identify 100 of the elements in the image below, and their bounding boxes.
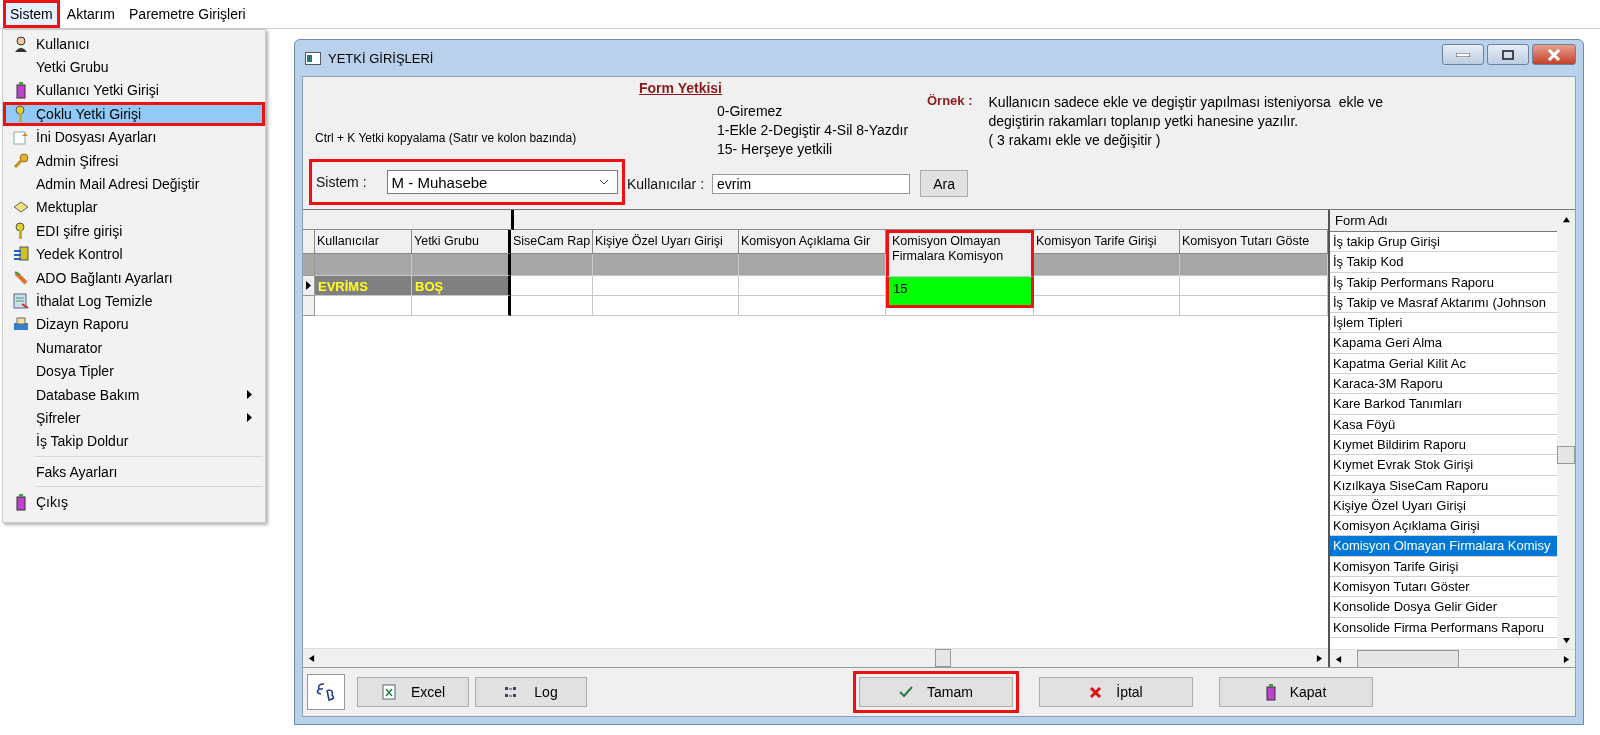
menu-item[interactable]: ADO Bağlantı Ayarları [3, 265, 265, 290]
close-icon [1547, 48, 1561, 61]
scroll-right-icon [1563, 655, 1570, 663]
list-item[interactable]: İşlem Tipleri [1330, 313, 1557, 334]
legend-text: 0-Giremez [717, 102, 783, 121]
menu-item[interactable]: Database Bakım [3, 382, 265, 407]
window-icon [305, 51, 321, 65]
chevron-icon [599, 179, 609, 185]
list-item[interactable]: Kapama Geri Alma [1330, 333, 1557, 354]
list-item[interactable]: Kişiye Özel Uyarı Girişi [1330, 495, 1557, 517]
table-cell: EVRİMS [315, 276, 412, 296]
report-icon [13, 293, 29, 309]
table-cell[interactable]: 15 [886, 276, 1034, 308]
list-item[interactable]: Komisyon Tutarı Göster [1330, 577, 1557, 598]
bottle-icon [16, 493, 26, 511]
menu-item[interactable]: Dizayn Raporu [3, 312, 265, 337]
menu-item[interactable]: EDI şifre girişi [3, 219, 265, 243]
list-item[interactable]: Kasa Föyü [1330, 414, 1557, 435]
column-header[interactable]: Komisyon Açıklama Gir [739, 230, 886, 254]
list-item[interactable]: Kıymet Evrak Stok Girişi [1330, 455, 1557, 476]
close-button[interactable] [1532, 44, 1576, 65]
list-item[interactable]: Kapatma Gerial Kilit Ac [1330, 353, 1557, 375]
menu-item[interactable]: Yedek Kontrol [3, 242, 265, 266]
scroll-left-icon [1335, 655, 1342, 663]
search-button[interactable]: Ara [920, 170, 969, 197]
column-header[interactable]: Komisyon Tutarı Göste [1180, 230, 1328, 254]
horizontal-scrollbar[interactable] [303, 648, 1328, 667]
menu-item[interactable]: Şifreler [3, 406, 265, 430]
list-item[interactable]: Karaca-3M Raporu [1330, 374, 1557, 395]
key-icon [13, 152, 29, 169]
scroll-left-icon [308, 654, 315, 662]
menu-item[interactable]: Dosya Tipler [3, 359, 265, 383]
minimize-icon [1456, 52, 1470, 57]
menu-item[interactable]: Kullanıcı Yetki Girişi [3, 78, 265, 103]
document-icon [13, 129, 29, 145]
menu-item[interactable]: İthalat Log Temizle [3, 289, 265, 313]
field-label: Sistem : [316, 174, 367, 190]
table-cell: BOŞ [412, 276, 511, 296]
key-icon [14, 105, 28, 123]
legend-text: 15- Herşeye yetkili [717, 140, 833, 159]
menu-item[interactable]: Mektuplar [3, 195, 265, 220]
scroll-down-icon [1562, 636, 1570, 644]
example-label: Örnek : [927, 93, 973, 110]
key-icon [14, 222, 28, 240]
vertical-scrollbar[interactable] [1557, 210, 1575, 649]
menu-item[interactable]: Çıkış [3, 490, 265, 514]
column-header[interactable]: SiseCam Rap [511, 230, 593, 254]
menu-item[interactable]: İni Dosyası Ayarları [3, 125, 265, 149]
list-item[interactable]: Komisyon Olmayan Firmalara Komisy [1330, 536, 1557, 557]
scroll-thumb[interactable] [1557, 446, 1575, 464]
legend-title: Form Yetkisi [639, 80, 722, 96]
scroll-up-icon [1562, 215, 1570, 223]
ok-button[interactable]: Tamam [859, 677, 1013, 707]
maximize-button[interactable] [1487, 44, 1529, 65]
list-item[interactable]: Konsolide Dosya Gelir Gider [1330, 597, 1557, 618]
bottle-icon [16, 81, 26, 99]
log-button[interactable]: Log [475, 677, 587, 707]
menu-item[interactable]: Numarator [3, 336, 265, 360]
system-dropdown[interactable]: M - Muhasebe [386, 170, 618, 194]
scroll-thumb[interactable] [935, 649, 951, 667]
example-text: degiştirin rakamları toplanıp yetki hanesine yazılır. [988, 112, 1300, 131]
menu-item[interactable]: Admin Mail Adresi Değiştir [3, 172, 265, 196]
menu-item[interactable]: İş Takip Doldur [3, 429, 265, 454]
column-header[interactable]: Komisyon Tarife Girişi [1034, 230, 1180, 254]
minimize-button[interactable] [1442, 44, 1484, 65]
close-dialog-button[interactable]: Kapat [1219, 677, 1373, 707]
legend-text: 1-Ekle 2-Degiştir 4-Sil 8-Yazdır [717, 121, 909, 140]
list-item[interactable]: Konsolide Firma Performans Raporu [1330, 617, 1557, 638]
example-text: Kullanıcın sadece ekle ve degiştir yapılması isteniyorsa ekle ve [988, 93, 1384, 112]
menu-title[interactable]: Sistem [3, 0, 60, 28]
list-item[interactable]: İş Takip Performans Raporu [1330, 272, 1557, 293]
list-item[interactable]: İş Takip Kod [1330, 252, 1557, 273]
person-icon [13, 35, 29, 52]
submenu-arrow-icon [247, 413, 252, 423]
excel-button[interactable]: Excel [357, 677, 469, 707]
menu-title[interactable]: Paremetre Girişleri [122, 0, 253, 28]
column-header[interactable]: Kişiye Özel Uyarı Girişi [593, 230, 739, 254]
menu-item[interactable]: Yetki Grubu [3, 55, 265, 79]
list-item[interactable]: Komisyon Tarife Girişi [1330, 556, 1557, 578]
cross-icon [1089, 685, 1103, 699]
spreadsheet-icon [380, 684, 397, 700]
list-item[interactable]: İş takip Grup Girişi [1330, 232, 1557, 253]
example-text: ( 3 rakamı ekle ve değişitir ) [988, 131, 1162, 150]
bottle-icon [1265, 683, 1276, 701]
menu-title[interactable]: Aktarım [59, 0, 123, 28]
cancel-button[interactable]: İptal [1039, 677, 1193, 707]
menu-item[interactable]: Çoklu Yetki Girişi [3, 102, 265, 126]
menu-item[interactable]: Admin Şifresi [3, 148, 265, 173]
list-item[interactable]: Kare Barkod Tanımları [1330, 394, 1557, 415]
menu-item[interactable]: Kullanıcı [3, 32, 265, 56]
list-item[interactable]: Kıymet Bildirim Raporu [1330, 434, 1557, 456]
users-field[interactable]: evrim [712, 173, 911, 194]
column-header[interactable]: Komisyon Olmayan Firmalara Komisyon [886, 230, 1034, 276]
table-cell[interactable] [412, 296, 511, 316]
menu-item[interactable]: Faks Ayarları [3, 460, 265, 484]
scroll-thumb[interactable] [1357, 650, 1459, 668]
list-item[interactable]: İş Takip ve Masraf Aktarımı (Johnson [1330, 292, 1557, 314]
row-header[interactable] [303, 276, 315, 296]
list-item[interactable]: Kızılkaya SiseCam Raporu [1330, 475, 1557, 496]
column-header: Form Adı [1330, 210, 1557, 232]
